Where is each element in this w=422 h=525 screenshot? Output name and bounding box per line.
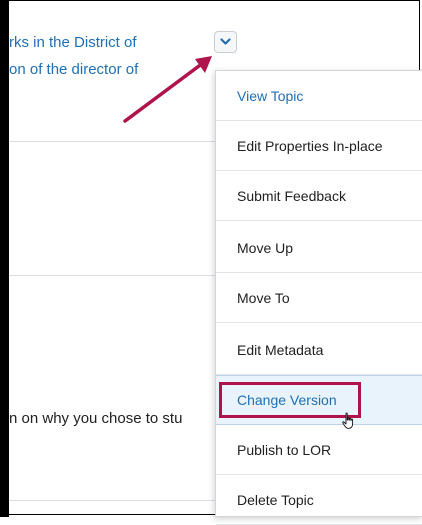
- annotation-highlight-box: [219, 382, 361, 418]
- topic-context-menu: View Topic Edit Properties In-place Subm…: [215, 70, 422, 525]
- menu-item-move-to[interactable]: Move To: [216, 273, 422, 323]
- menu-item-view-topic[interactable]: View Topic: [216, 71, 422, 121]
- menu-item-edit-properties[interactable]: Edit Properties In-place: [216, 121, 422, 171]
- topic-title-line-2[interactable]: on of the director of: [9, 61, 138, 78]
- menu-item-delete-topic[interactable]: Delete Topic: [216, 475, 422, 525]
- chevron-down-icon: [220, 38, 231, 45]
- left-border: [0, 0, 9, 517]
- topic-title-line-1[interactable]: rks in the District of: [9, 34, 137, 51]
- hand-pointer-icon: [342, 412, 354, 429]
- menu-item-move-up[interactable]: Move Up: [216, 223, 422, 273]
- menu-item-edit-metadata[interactable]: Edit Metadata: [216, 325, 422, 375]
- menu-item-publish-to-lor[interactable]: Publish to LOR: [216, 425, 422, 475]
- topic-actions-toggle-button[interactable]: [214, 31, 237, 53]
- menu-item-submit-feedback[interactable]: Submit Feedback: [216, 171, 422, 221]
- topic-description-text: n on why you chose to stu: [9, 410, 183, 427]
